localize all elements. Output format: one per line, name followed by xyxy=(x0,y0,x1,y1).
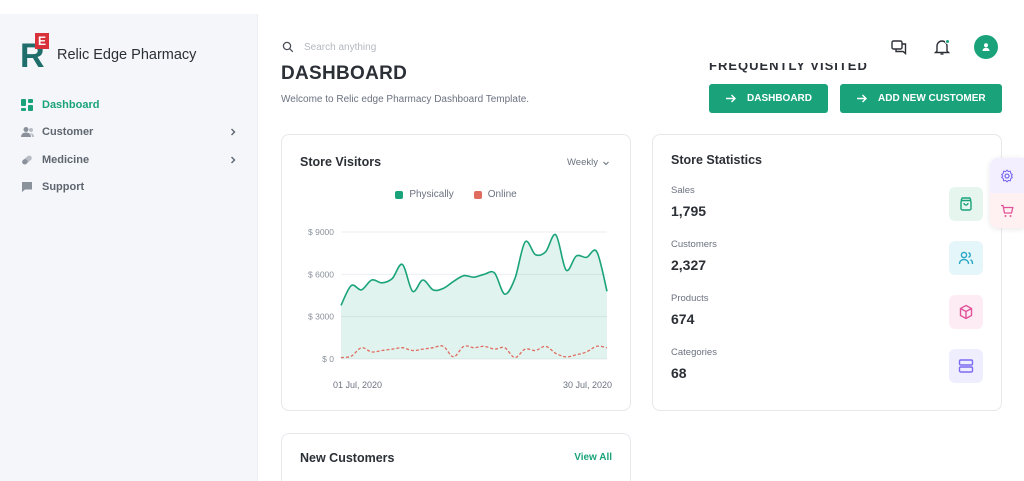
store-statistics-card: Store Statistics Sales 1,795 Customers 2… xyxy=(652,134,1002,411)
search-input[interactable] xyxy=(304,38,504,56)
store-visitors-card: Store Visitors Weekly Physically Online … xyxy=(281,134,631,411)
sidebar-nav: Dashboard Customer Medicine Support xyxy=(20,91,238,201)
new-customers-card: New Customers View All xyxy=(281,433,631,481)
stat-value-products: 674 xyxy=(671,311,695,327)
users-icon xyxy=(949,241,983,275)
logo-badge: E xyxy=(35,33,49,49)
y-tick-label: $ 6000 xyxy=(308,269,334,279)
page-title: DASHBOARD xyxy=(281,63,408,84)
y-tick-label: $ 9000 xyxy=(308,227,334,237)
floating-panel xyxy=(990,158,1024,228)
users-icon xyxy=(20,125,34,139)
sidebar-item-label: Support xyxy=(42,181,85,194)
stat-label-customers: Customers xyxy=(671,239,717,250)
frequently-visited-heading: FREQUENTLY VISITED xyxy=(709,63,868,73)
sidebar-item-support[interactable]: Support xyxy=(20,174,238,202)
search-icon xyxy=(282,41,294,53)
server-icon xyxy=(949,349,983,383)
grid-icon xyxy=(20,98,34,112)
sidebar-item-label: Medicine xyxy=(42,153,90,166)
stat-label-categories: Categories xyxy=(671,347,717,358)
x-tick-label: 30 Jul, 2020 xyxy=(563,380,612,390)
brand-name: Relic Edge Pharmacy xyxy=(57,47,197,63)
view-all-link[interactable]: View All xyxy=(574,452,612,463)
stat-value-customers: 2,327 xyxy=(671,257,707,273)
button-label: ADD NEW CUSTOMER xyxy=(878,93,986,104)
add-new-customer-button[interactable]: ADD NEW CUSTOMER xyxy=(840,84,1002,113)
store-statistics-title: Store Statistics xyxy=(671,153,763,167)
sidebar-item-medicine[interactable]: Medicine xyxy=(20,146,238,174)
chat-bubble-icon xyxy=(20,180,34,194)
sidebar-item-label: Customer xyxy=(42,126,94,139)
stat-value-categories: 68 xyxy=(671,365,687,381)
sidebar-item-label: Dashboard xyxy=(42,98,100,111)
page-subtitle: Welcome to Relic edge Pharmacy Dashboard… xyxy=(281,94,530,105)
shopping-bag-icon xyxy=(949,187,983,221)
chevron-right-icon xyxy=(231,156,236,164)
user-avatar-icon[interactable] xyxy=(974,35,998,59)
chat-icon[interactable] xyxy=(890,38,908,56)
notification-dot xyxy=(945,39,950,44)
cart-icon[interactable] xyxy=(990,193,1024,228)
chevron-right-icon xyxy=(231,128,236,136)
sidebar: R E Relic Edge Pharmacy Dashboard Custom… xyxy=(0,14,258,481)
stat-value-sales: 1,795 xyxy=(671,203,707,219)
y-tick-label: $ 3000 xyxy=(308,312,334,322)
arrow-right-icon xyxy=(726,94,736,103)
arrow-right-icon xyxy=(857,94,867,103)
brand-logo: R E xyxy=(20,33,52,73)
series-area-physically xyxy=(341,234,607,359)
button-label: DASHBOARD xyxy=(747,93,812,104)
dashboard-button[interactable]: DASHBOARD xyxy=(709,84,828,113)
y-tick-label: $ 0 xyxy=(322,354,334,364)
brand[interactable]: R E Relic Edge Pharmacy xyxy=(20,33,197,73)
pill-icon xyxy=(20,153,34,167)
stat-label-sales: Sales xyxy=(671,185,695,196)
visitors-chart: $ 0 $ 3000 $ 6000 $ 9000 01 Jul, 2020 30 Jul,… xyxy=(308,227,612,390)
sidebar-item-customer[interactable]: Customer xyxy=(20,119,238,147)
new-customers-title: New Customers xyxy=(300,451,395,465)
sidebar-item-dashboard[interactable]: Dashboard xyxy=(20,91,238,119)
box-icon xyxy=(949,295,983,329)
stat-label-products: Products xyxy=(671,293,709,304)
settings-icon[interactable] xyxy=(990,158,1024,193)
x-tick-label: 01 Jul, 2020 xyxy=(333,380,382,390)
